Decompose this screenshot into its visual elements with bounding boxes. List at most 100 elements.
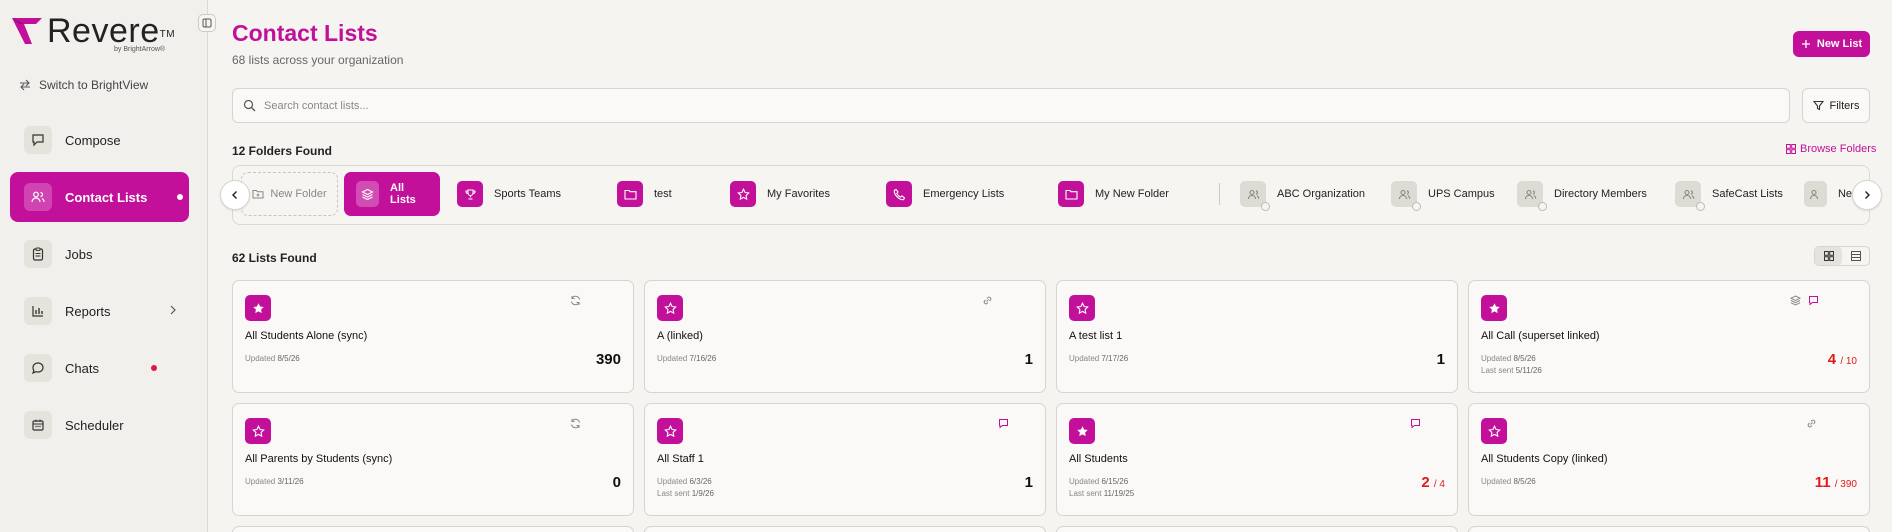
folder-chip-emergency-lists[interactable]: Emergency Lists bbox=[886, 172, 1004, 216]
list-meta: Updated 8/5/26 bbox=[245, 353, 300, 365]
sidebar: RevereTM by BrightArrow® Switch to Brigh… bbox=[0, 0, 216, 532]
updated-date: 3/11/26 bbox=[277, 477, 304, 486]
nav-label: Reports bbox=[65, 303, 111, 319]
list-name: A (linked) bbox=[657, 330, 703, 342]
last-sent-date: 5/11/26 bbox=[1515, 366, 1542, 375]
folder-chip-abc-organization[interactable]: ABC Organization bbox=[1240, 172, 1365, 216]
filters-button[interactable]: Filters bbox=[1802, 88, 1870, 123]
nav-item-jobs[interactable]: Jobs bbox=[10, 229, 189, 279]
folder-chip-test[interactable]: test bbox=[617, 172, 672, 216]
favorite-star-icon[interactable] bbox=[657, 295, 683, 321]
updated-date: 7/17/26 bbox=[1101, 354, 1129, 363]
users-icon bbox=[1804, 181, 1827, 207]
folder-chip-label: UPS Campus bbox=[1428, 188, 1495, 200]
revere-logo[interactable]: RevereTM by BrightArrow® bbox=[10, 14, 190, 60]
search-box bbox=[232, 88, 1790, 123]
users-icon bbox=[1675, 181, 1705, 211]
favorite-star-icon[interactable] bbox=[657, 418, 683, 444]
new-list-button[interactable]: New List bbox=[1793, 31, 1870, 57]
updated-date: 7/16/26 bbox=[689, 354, 717, 363]
list-card[interactable]: All Students Alone (sync) Updated 8/5/26… bbox=[232, 280, 634, 393]
folder-chip-partial[interactable]: Ne bbox=[1804, 172, 1852, 216]
folder-chip-label: My Favorites bbox=[767, 188, 830, 200]
swap-icon bbox=[20, 79, 30, 91]
folder-chip-directory-members[interactable]: Directory Members bbox=[1517, 172, 1647, 216]
nav-item-contact-lists[interactable]: Contact Lists bbox=[10, 172, 189, 222]
list-card[interactable]: All Students Updated 6/15/26 Last sent 11… bbox=[1056, 403, 1458, 516]
shared-badge bbox=[1261, 202, 1270, 211]
list-card-partial[interactable] bbox=[1056, 526, 1458, 532]
compose-icon bbox=[24, 126, 52, 154]
list-card[interactable]: All Parents by Students (sync) Updated 3… bbox=[232, 403, 634, 516]
favorite-star-icon[interactable] bbox=[1069, 295, 1095, 321]
folder-chip-sports-teams[interactable]: Sports Teams bbox=[457, 172, 561, 216]
list-card[interactable]: All Students Copy (linked) Updated 8/5/2… bbox=[1468, 403, 1870, 516]
browse-folders-link[interactable]: Browse Folders bbox=[1786, 143, 1876, 155]
list-card[interactable]: All Staff 1 Updated 6/3/26 Last sent 1/9/… bbox=[644, 403, 1046, 516]
scroll-left-button[interactable] bbox=[220, 180, 250, 210]
nav-item-reports[interactable]: Reports bbox=[10, 286, 189, 336]
page-title: Contact Lists bbox=[232, 20, 378, 46]
list-card-partial[interactable] bbox=[644, 526, 1046, 532]
list-card[interactable]: A (linked) Updated 7/16/26 1 bbox=[644, 280, 1046, 393]
favorite-star-icon[interactable] bbox=[245, 295, 271, 321]
list-card-partial[interactable] bbox=[232, 526, 634, 532]
plus-icon bbox=[1801, 40, 1810, 48]
folder-plus-icon bbox=[252, 190, 264, 199]
users-icon bbox=[1517, 181, 1547, 211]
list-icon bbox=[1850, 251, 1861, 261]
nav-item-scheduler[interactable]: Scheduler bbox=[10, 400, 189, 450]
list-card-partial[interactable] bbox=[1468, 526, 1870, 532]
nav-label: Contact Lists bbox=[65, 189, 148, 205]
list-view-button[interactable] bbox=[1842, 247, 1869, 265]
folder-chip-ups-campus[interactable]: UPS Campus bbox=[1391, 172, 1495, 216]
folder-chip-all-lists[interactable]: All Lists bbox=[344, 172, 440, 216]
filters-label: Filters bbox=[1829, 99, 1860, 112]
chat-icon bbox=[998, 418, 1009, 429]
folder-chip-my-favorites[interactable]: My Favorites bbox=[730, 172, 830, 216]
nav-item-chats[interactable]: Chats bbox=[10, 343, 189, 393]
list-name: All Staff 1 bbox=[657, 453, 704, 465]
star-icon bbox=[730, 181, 756, 207]
folder-icon bbox=[617, 181, 643, 207]
favorite-star-icon[interactable] bbox=[1481, 418, 1507, 444]
updated-label: Updated bbox=[245, 354, 276, 363]
nav-label: Chats bbox=[65, 360, 99, 376]
favorite-star-icon[interactable] bbox=[1069, 418, 1095, 444]
chevron-right-icon bbox=[1865, 191, 1870, 199]
brand-name: Revere bbox=[47, 12, 160, 50]
new-list-label: New List bbox=[1816, 38, 1863, 50]
folder-chip-safecast-lists[interactable]: SafeCast Lists bbox=[1675, 172, 1783, 216]
shared-badge bbox=[1538, 202, 1547, 211]
updated-label: Updated bbox=[1481, 354, 1512, 363]
member-count: 1 bbox=[1024, 351, 1033, 368]
scroll-right-button[interactable] bbox=[1852, 180, 1882, 210]
switch-label: Switch to BrightView bbox=[39, 78, 149, 92]
list-card[interactable]: All Call (superset linked) Updated 8/5/2… bbox=[1468, 280, 1870, 393]
chevron-left-icon bbox=[232, 191, 237, 199]
switch-brightview-link[interactable]: Switch to BrightView bbox=[19, 78, 148, 92]
folder-divider bbox=[1219, 183, 1220, 205]
list-card[interactable]: A test list 1 Updated 7/17/26 1 bbox=[1056, 280, 1458, 393]
collapse-sidebar-button[interactable] bbox=[198, 14, 216, 32]
grid-view-button[interactable] bbox=[1815, 247, 1842, 265]
search-icon bbox=[243, 99, 256, 112]
sidebar-toggle-icon bbox=[202, 18, 212, 28]
trophy-icon bbox=[457, 181, 483, 207]
search-input[interactable] bbox=[264, 99, 1664, 112]
total-count: / 390 bbox=[1834, 479, 1857, 490]
view-toggle bbox=[1814, 246, 1870, 266]
users-icon bbox=[1240, 181, 1270, 211]
lists-count: 62 Lists Found bbox=[232, 251, 317, 265]
favorite-star-icon[interactable] bbox=[245, 418, 271, 444]
new-folder-button[interactable]: New Folder bbox=[241, 172, 338, 216]
favorite-star-icon[interactable] bbox=[1481, 295, 1507, 321]
total-count: / 4 bbox=[1433, 479, 1445, 490]
grid-icon bbox=[1823, 251, 1834, 261]
folder-chip-my-new-folder[interactable]: My New Folder bbox=[1058, 172, 1169, 216]
users-icon bbox=[1391, 181, 1421, 211]
updated-label: Updated bbox=[1069, 354, 1100, 363]
folder-chip-label: SafeCast Lists bbox=[1712, 188, 1783, 200]
reached-count: 11 bbox=[1814, 474, 1831, 491]
nav-item-compose[interactable]: Compose bbox=[10, 115, 189, 165]
